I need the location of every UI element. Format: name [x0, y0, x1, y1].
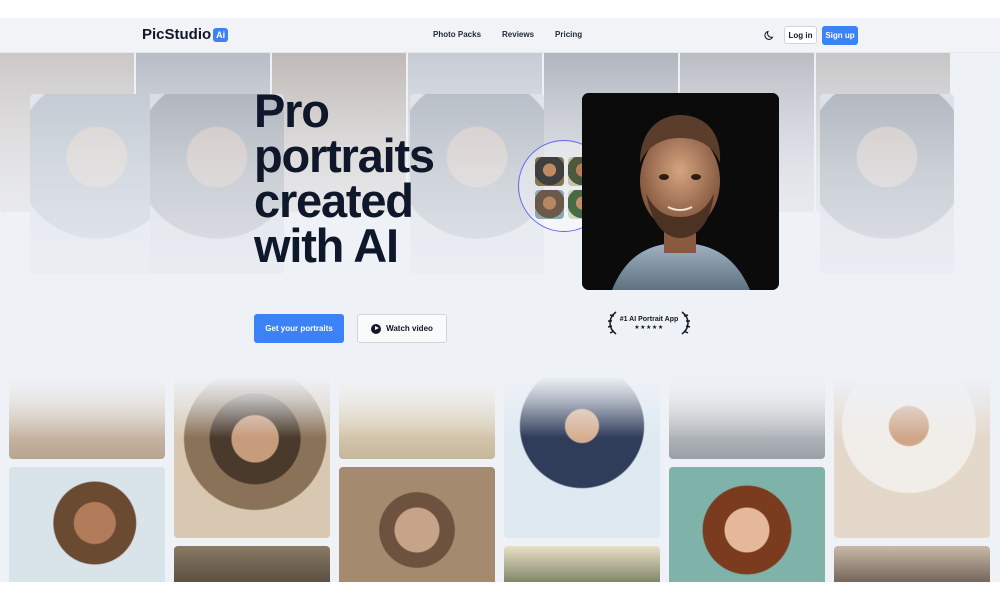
- landing-page: PicStudio Ai Photo Packs Reviews Pricing…: [0, 18, 1000, 582]
- moon-icon[interactable]: [764, 29, 776, 41]
- window-bottom-margin: [0, 582, 1000, 600]
- gallery-portrait: [504, 546, 660, 582]
- watch-video-label: Watch video: [386, 324, 433, 333]
- play-icon: [371, 323, 382, 334]
- nav-link-pricing[interactable]: Pricing: [555, 30, 582, 39]
- brand-ai-badge: Ai: [213, 27, 229, 42]
- portrait-illustration: [582, 93, 779, 290]
- top-navigation-bar: PicStudio Ai Photo Packs Reviews Pricing…: [0, 18, 1000, 53]
- window-top-margin: [0, 0, 1000, 18]
- nav-links: Photo Packs Reviews Pricing: [433, 30, 603, 39]
- award-title: #1 AI Portrait App: [619, 316, 679, 323]
- hero-headline: Pro portraits created with AI: [254, 84, 435, 272]
- background-fade-overlay: [0, 52, 1000, 392]
- gallery-fade-overlay: [0, 378, 1000, 438]
- brand-logo[interactable]: PicStudio Ai: [142, 26, 229, 43]
- gallery-portrait: [339, 467, 495, 582]
- signup-button[interactable]: Sign up: [822, 26, 858, 45]
- award-badge: #1 AI Portrait App ★★★★★: [606, 310, 692, 336]
- selfie-thumbnail: [535, 157, 564, 186]
- gallery-portrait: [834, 546, 990, 582]
- selfie-thumbnail: [535, 190, 564, 219]
- generated-portrait-image: [582, 93, 779, 290]
- rating-stars: ★★★★★: [634, 325, 664, 331]
- brand-name: PicStudio: [142, 26, 212, 43]
- watch-video-button[interactable]: Watch video: [357, 314, 447, 343]
- nav-link-photo-packs[interactable]: Photo Packs: [433, 30, 481, 39]
- nav-link-reviews[interactable]: Reviews: [502, 30, 534, 39]
- get-portraits-button[interactable]: Get your portraits: [254, 314, 344, 343]
- gallery-portrait: [9, 467, 165, 582]
- gallery-portrait: [669, 467, 825, 582]
- login-button[interactable]: Log in: [784, 26, 817, 44]
- gallery-portrait: [174, 546, 330, 582]
- laurel-wreath-icon: [607, 311, 691, 335]
